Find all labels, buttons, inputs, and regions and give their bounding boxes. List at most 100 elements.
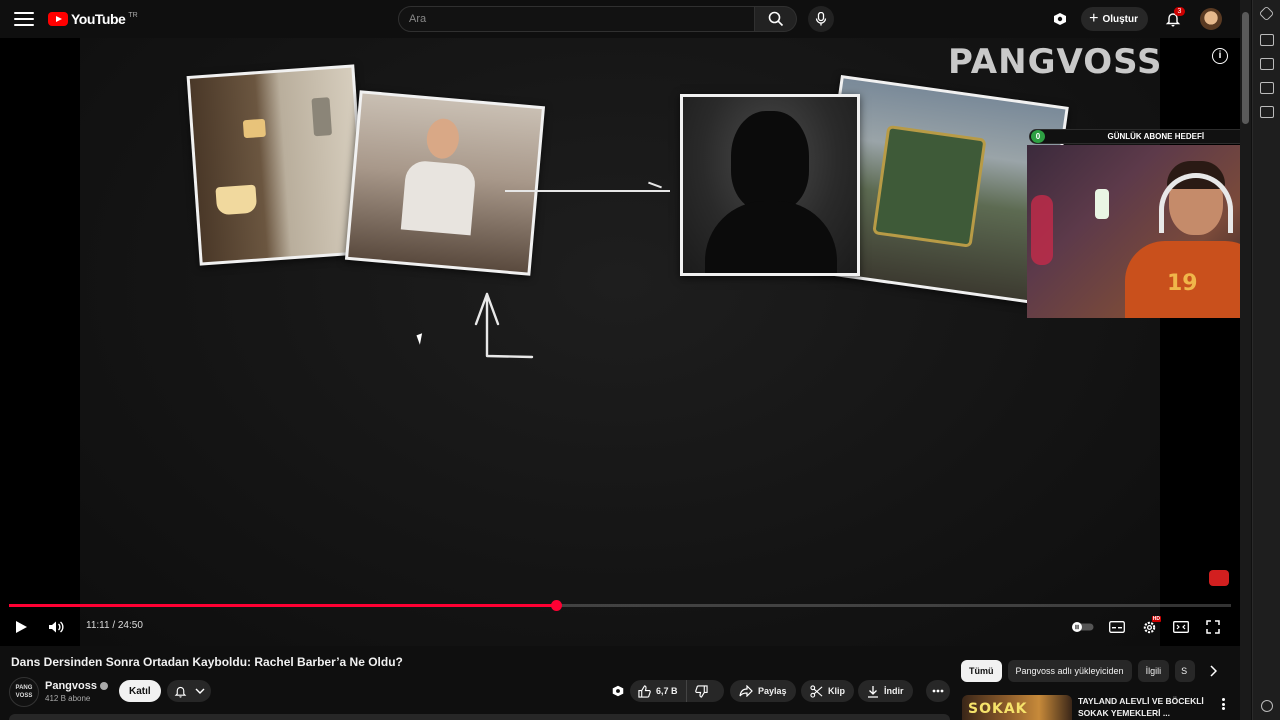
video-info: Dans Dersinden Sonra Ortadan Kayboldu: R…	[0, 646, 960, 720]
like-button[interactable]: 6,7 B	[630, 680, 687, 702]
thumbs-up-icon	[638, 684, 651, 698]
youtube-watch-page: YouTube TR + Oluştur 3	[0, 0, 1280, 720]
jersey-number: 19	[1167, 271, 1198, 296]
tab-icon[interactable]	[1260, 34, 1274, 46]
subscribe-watermark-icon[interactable]	[1209, 570, 1229, 586]
browser-sidebar	[1252, 0, 1280, 720]
fullscreen-icon	[1206, 620, 1220, 634]
masthead: YouTube TR + Oluştur 3	[0, 0, 1240, 38]
settings-gear-icon[interactable]	[1261, 700, 1273, 712]
clip-label: Klip	[828, 686, 845, 696]
avatar[interactable]	[1200, 8, 1222, 30]
bell-icon	[174, 686, 186, 698]
chevron-down-icon	[195, 688, 204, 694]
voice-search-button[interactable]	[808, 6, 834, 32]
video-player[interactable]: PANGVOSS i 0 GÜNLÜK ABONE HEDEFİ 6 19 11…	[0, 38, 1240, 646]
channel-name[interactable]: Pangvoss	[45, 680, 108, 692]
volume-button[interactable]	[44, 616, 68, 638]
photo-room-phone	[186, 64, 368, 266]
play-icon	[16, 621, 27, 633]
wallet-icon[interactable]	[1260, 58, 1274, 70]
menu-icon[interactable]	[14, 9, 34, 29]
volume-icon	[49, 621, 64, 633]
create-icon	[1054, 13, 1067, 25]
video-title: Dans Dersinden Sonra Ortadan Kayboldu: R…	[11, 655, 403, 669]
chips-next-button[interactable]	[1206, 664, 1220, 678]
photo-girl	[344, 90, 546, 276]
chip-more[interactable]: S	[1175, 660, 1196, 682]
channel-watermark: PANGVOSS	[948, 42, 1163, 82]
share-icon	[739, 685, 753, 697]
play-button[interactable]	[9, 616, 33, 638]
create-button[interactable]: + Oluştur	[1081, 7, 1148, 31]
create-label: Oluştur	[1102, 13, 1138, 25]
chip-related[interactable]: İlgili	[1137, 660, 1170, 682]
plus-icon: +	[1089, 10, 1099, 27]
ask-icon	[612, 685, 624, 697]
reader-icon[interactable]	[1260, 106, 1274, 118]
verified-icon	[99, 682, 108, 691]
more-horizontal-icon	[932, 689, 944, 693]
subtitles-icon	[1109, 621, 1125, 633]
masthead-actions: + Oluştur 3	[1047, 6, 1222, 32]
settings-button[interactable]: HD	[1137, 616, 1161, 638]
channel-avatar[interactable]: PANG VOSS	[9, 677, 39, 707]
related-video-title[interactable]: TAYLAND ALEVLİ VE BÖCEKLİ SOKAK YEMEKLER…	[1078, 695, 1214, 719]
youtube-logo-icon	[48, 12, 68, 26]
player-controls: 11:11 / 24:50 HD	[0, 612, 1240, 642]
related-chips: Tümü Pangvoss adlı yükleyiciden İlgili S	[961, 660, 1196, 682]
channel-name-text: Pangvoss	[45, 680, 97, 692]
notes-icon[interactable]	[1260, 82, 1274, 94]
download-label: İndir	[884, 686, 904, 696]
chip-from-uploader[interactable]: Pangvoss adlı yükleyiciden	[1007, 660, 1132, 682]
related-video-menu[interactable]	[1218, 696, 1228, 712]
webcam-overlay: 19	[1027, 145, 1240, 318]
theater-icon	[1173, 621, 1189, 633]
search-box	[398, 6, 797, 32]
photo-silhouette	[680, 94, 860, 276]
sparkle-action-button[interactable]	[606, 680, 630, 702]
download-button[interactable]: İndir	[858, 680, 913, 702]
clip-button[interactable]: Klip	[801, 680, 854, 702]
thumbs-down-icon	[694, 684, 708, 698]
subscription-bell-button[interactable]	[167, 680, 211, 702]
time-display: 11:11 / 24:50	[86, 620, 143, 631]
theater-mode-button[interactable]	[1169, 616, 1193, 638]
more-actions-button[interactable]	[926, 680, 950, 702]
notifications-button[interactable]: 3	[1160, 6, 1186, 32]
subtitles-button[interactable]	[1105, 616, 1129, 638]
logo-text: YouTube	[71, 11, 126, 27]
share-label: Paylaş	[758, 686, 787, 696]
progress-bar[interactable]	[9, 600, 1231, 611]
progress-played	[9, 604, 556, 607]
chip-all[interactable]: Tümü	[961, 660, 1002, 682]
search-button[interactable]	[755, 6, 797, 32]
search-input[interactable]	[398, 6, 755, 32]
chevron-right-icon	[1210, 665, 1217, 677]
info-icon[interactable]: i	[1212, 48, 1228, 64]
progress-scrubber[interactable]	[550, 600, 562, 611]
hd-badge: HD	[1151, 616, 1161, 622]
logo-region: TR	[128, 11, 138, 19]
autoplay-toggle-icon	[1072, 622, 1094, 632]
related-panel: Tümü Pangvoss adlı yükleyiciden İlgili S…	[960, 646, 1240, 720]
dislike-button[interactable]	[687, 680, 716, 702]
goal-label: GÜNLÜK ABONE HEDEFİ	[1107, 132, 1205, 141]
autoplay-toggle[interactable]	[1071, 616, 1095, 638]
join-button[interactable]: Katıl	[119, 680, 161, 702]
related-video-thumbnail[interactable]: SOKAK	[962, 695, 1072, 720]
scrollbar-thumb[interactable]	[1242, 12, 1249, 124]
like-count: 6,7 B	[656, 686, 678, 696]
notification-badge: 3	[1174, 7, 1185, 16]
download-icon	[868, 685, 878, 698]
youtube-logo[interactable]: YouTube TR	[48, 11, 138, 27]
page-scrollbar[interactable]	[1240, 0, 1251, 720]
mic-icon	[815, 12, 827, 26]
pin-icon[interactable]	[1258, 5, 1275, 22]
description-box[interactable]	[9, 714, 950, 720]
chalk-line	[505, 190, 670, 192]
share-button[interactable]: Paylaş	[730, 680, 796, 702]
subscriber-goal-overlay: 0 GÜNLÜK ABONE HEDEFİ 6	[1029, 129, 1240, 144]
fullscreen-button[interactable]	[1201, 616, 1225, 638]
sparkle-button[interactable]	[1047, 6, 1073, 32]
